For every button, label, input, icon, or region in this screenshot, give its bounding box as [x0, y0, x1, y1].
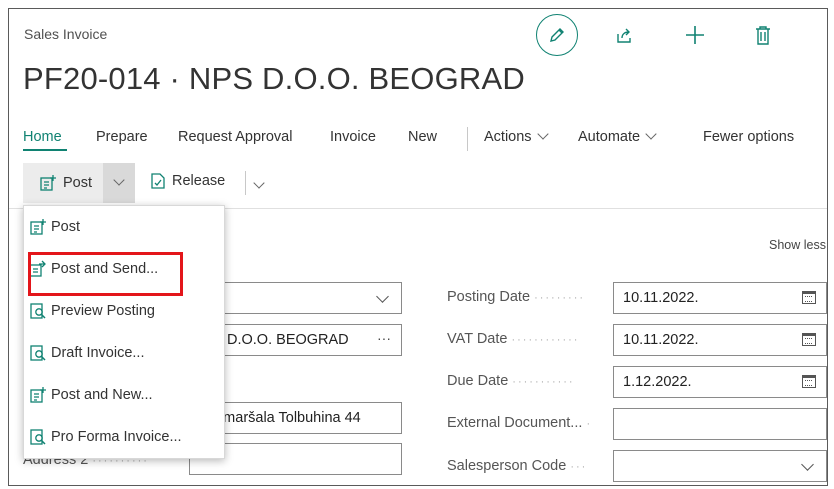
salesperson-label: Salesperson Code ···: [447, 458, 588, 474]
chevron-down-icon: [113, 174, 125, 186]
menu-bar: Home Prepare Request Approval Invoice Ne…: [23, 128, 823, 151]
posting-date-label: Posting Date ·········: [447, 289, 586, 305]
pro-forma-icon: [29, 428, 47, 446]
plus-icon[interactable]: [681, 21, 709, 49]
post-icon: [40, 175, 56, 191]
chevron-down-icon: [645, 128, 657, 140]
vat-date-field[interactable]: 10.11.2022.: [613, 324, 827, 356]
menu-item-pro-forma-invoice-label: Pro Forma Invoice...: [51, 429, 182, 445]
menu-automate-label: Automate: [578, 129, 641, 145]
due-date-label-text: Due Date: [447, 373, 509, 389]
menu-item-post-label: Post: [51, 219, 81, 235]
active-tab-underline: [23, 149, 67, 151]
menu-automate[interactable]: Automate: [578, 128, 657, 145]
menu-item-post-and-new[interactable]: Post and New...: [24, 374, 224, 416]
vat-date-value: 10.11.2022.: [623, 332, 699, 348]
release-icon: [151, 173, 165, 189]
post-dropdown-menu: Post Post and Send... Preview Posting Dr…: [23, 205, 225, 459]
sales-invoice-page: Sales Invoice PF20-014 · NPS D.O.O. BEOG…: [8, 8, 828, 486]
calendar-icon[interactable]: [802, 375, 816, 388]
menu-actions[interactable]: Actions: [484, 128, 549, 145]
chevron-down-icon: [536, 128, 549, 140]
external-doc-label-text: External Document...: [447, 415, 583, 431]
due-date-value: 1.12.2022.: [623, 374, 692, 390]
release-button-label: Release: [172, 173, 226, 189]
menu-request-approval[interactable]: Request Approval: [178, 129, 292, 145]
calendar-icon[interactable]: [802, 333, 816, 346]
release-dropdown-toggle[interactable]: [253, 177, 265, 195]
menu-new[interactable]: New: [408, 129, 437, 145]
due-date-label: Due Date ···········: [447, 373, 575, 389]
external-doc-label: External Document... ·: [447, 415, 593, 431]
menu-invoice[interactable]: Invoice: [330, 129, 376, 145]
menu-item-post-and-new-label: Post and New...: [51, 387, 153, 403]
chevron-down-icon: [376, 290, 389, 303]
posting-date-label-text: Posting Date: [447, 289, 531, 305]
vat-date-label-text: VAT Date: [447, 331, 508, 347]
posting-date-value: 10.11.2022.: [623, 290, 699, 306]
menu-home[interactable]: Home: [23, 129, 62, 145]
trash-icon[interactable]: [750, 21, 776, 49]
action-bar: Post Release: [23, 163, 823, 203]
customer-name-value: D.O.O. BEOGRAD: [227, 332, 349, 348]
post-button-label: Post: [63, 175, 93, 191]
post-icon: [29, 386, 47, 404]
more-options-icon[interactable]: ···: [377, 330, 391, 346]
chevron-down-icon: [801, 458, 814, 471]
page-title: PF20-014 · NPS D.O.O. BEOGRAD: [23, 61, 525, 96]
post-button[interactable]: Post: [23, 163, 103, 203]
menu-item-draft-invoice-label: Draft Invoice...: [51, 345, 145, 361]
annotation-highlight-box: [28, 252, 183, 296]
menu-item-draft-invoice[interactable]: Draft Invoice...: [24, 332, 224, 374]
external-doc-field[interactable]: [613, 408, 827, 440]
menu-item-pro-forma-invoice[interactable]: Pro Forma Invoice...: [24, 416, 224, 458]
salesperson-field[interactable]: [613, 450, 827, 482]
chevron-down-icon: [253, 177, 265, 189]
action-divider: [245, 171, 246, 195]
menu-item-preview-posting-label: Preview Posting: [51, 303, 155, 319]
menu-item-post[interactable]: Post: [24, 206, 224, 248]
calendar-icon[interactable]: [802, 291, 816, 304]
menu-divider: [467, 127, 468, 151]
salesperson-label-text: Salesperson Code: [447, 458, 567, 474]
document-type-caption: Sales Invoice: [24, 26, 108, 42]
due-date-field[interactable]: 1.12.2022.: [613, 366, 827, 398]
post-dropdown-toggle[interactable]: [103, 163, 135, 203]
preview-icon: [29, 302, 47, 320]
post-icon: [29, 218, 47, 236]
release-button[interactable]: Release: [149, 172, 225, 190]
draft-invoice-icon: [29, 344, 47, 362]
menu-fewer-options[interactable]: Fewer options: [703, 129, 794, 145]
menu-item-preview-posting[interactable]: Preview Posting: [24, 290, 224, 332]
posting-date-field[interactable]: 10.11.2022.: [613, 282, 827, 314]
pencil-icon[interactable]: [536, 14, 578, 56]
show-less-link[interactable]: Show less: [769, 238, 826, 252]
vat-date-label: VAT Date ············: [447, 331, 580, 347]
share-icon[interactable]: [611, 23, 637, 49]
menu-actions-label: Actions: [484, 129, 532, 145]
menu-prepare[interactable]: Prepare: [96, 129, 148, 145]
